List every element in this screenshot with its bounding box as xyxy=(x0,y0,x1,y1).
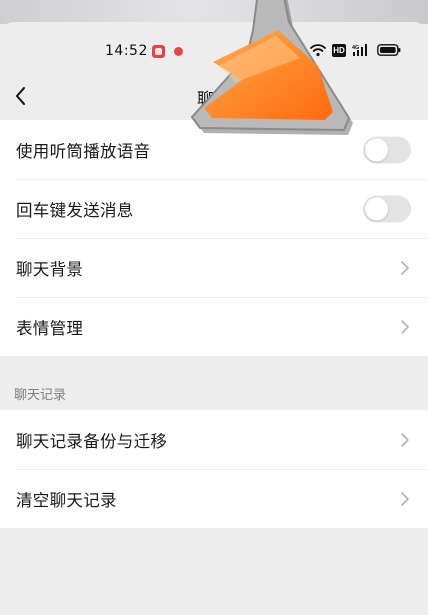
setting-label: 聊天背景 xyxy=(16,259,84,279)
toggle-knob xyxy=(365,197,388,220)
status-bar: 14:52 HD 4G xyxy=(0,22,428,78)
chevron-right-icon xyxy=(401,319,409,334)
app-notification-icon xyxy=(152,45,165,58)
status-time: 14:52 xyxy=(105,43,148,59)
notification-dot-icon xyxy=(174,47,183,56)
settings-group-chat-history: 聊天记录备份与迁移 清空聊天记录 xyxy=(0,410,428,528)
toggle-knob xyxy=(365,138,388,161)
setting-label: 使用听筒播放语音 xyxy=(16,141,151,161)
hd-icon: HD xyxy=(332,44,346,57)
setting-earpiece-voice[interactable]: 使用听筒播放语音 xyxy=(0,120,428,179)
section-header-chat-history: 聊天记录 xyxy=(14,388,67,403)
setting-label: 表情管理 xyxy=(16,318,84,338)
setting-clear-history[interactable]: 清空聊天记录 xyxy=(0,469,428,528)
chevron-right-icon xyxy=(401,260,409,275)
wifi-icon xyxy=(310,44,326,57)
page-title: 聊天 xyxy=(197,90,231,110)
setting-label: 清空聊天记录 xyxy=(16,490,117,510)
chevron-right-icon xyxy=(401,432,409,447)
setting-label: 聊天记录备份与迁移 xyxy=(16,431,168,451)
enter-to-send-toggle[interactable] xyxy=(363,195,411,222)
setting-label: 回车键发送消息 xyxy=(16,200,134,220)
signal-icon: 4G xyxy=(352,44,367,56)
setting-chat-background[interactable]: 聊天背景 xyxy=(0,238,428,297)
battery-icon xyxy=(377,44,401,56)
phone-screen: 14:52 HD 4G 聊天 使用听筒播放语音 回车键发送消息 聊天背景 表情管… xyxy=(0,22,428,615)
earpiece-voice-toggle[interactable] xyxy=(363,136,411,163)
setting-sticker-management[interactable]: 表情管理 xyxy=(0,297,428,356)
setting-enter-to-send[interactable]: 回车键发送消息 xyxy=(0,179,428,238)
setting-backup-migrate[interactable]: 聊天记录备份与迁移 xyxy=(0,410,428,469)
nav-header: 聊天 xyxy=(0,72,428,122)
background-blur xyxy=(0,0,428,24)
chevron-right-icon xyxy=(401,491,409,506)
settings-group-general: 使用听筒播放语音 回车键发送消息 聊天背景 表情管理 xyxy=(0,120,428,356)
